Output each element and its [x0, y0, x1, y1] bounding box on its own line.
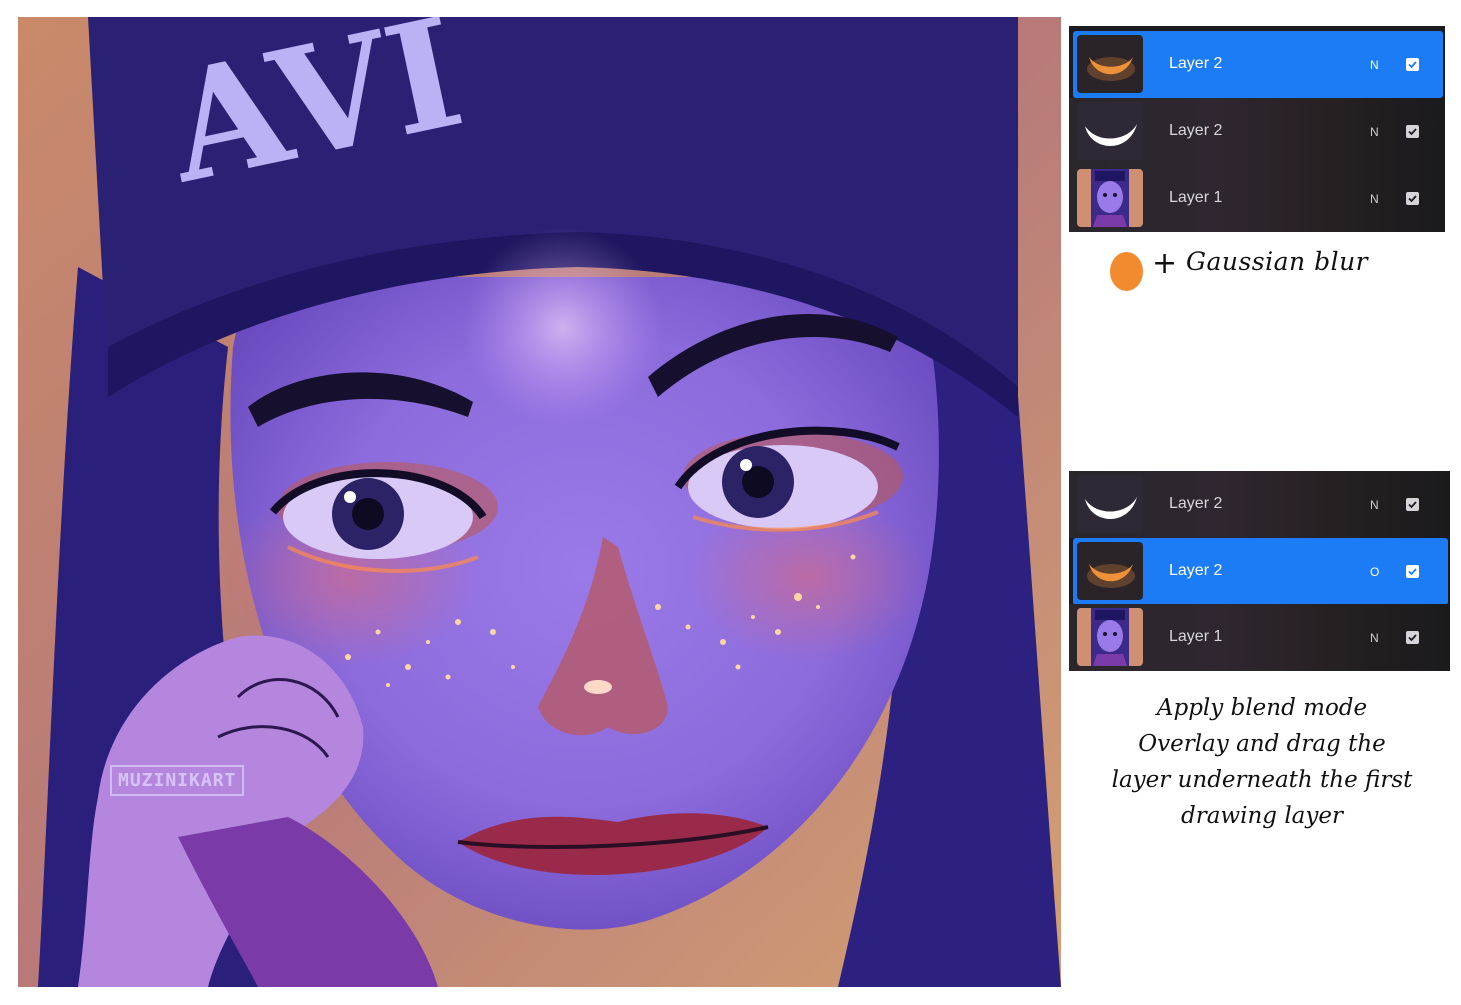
layer-visibility-checkbox[interactable] — [1406, 58, 1419, 71]
layer-name: Layer 1 — [1169, 189, 1223, 206]
plus-sign: + — [1152, 246, 1178, 281]
layer-visibility-checkbox[interactable] — [1406, 565, 1419, 578]
white-crescent-thumbnail — [1077, 475, 1143, 533]
layer-visibility-checkbox[interactable] — [1406, 192, 1419, 205]
portrait-illustration: AVI — [18, 17, 1061, 987]
gaussian-blur-note: Gaussian blur — [1186, 247, 1369, 276]
orange-crescent-thumbnail — [1077, 35, 1143, 93]
layer-row[interactable]: Layer 1 N — [1069, 165, 1445, 232]
layer-name: Layer 2 — [1169, 122, 1223, 139]
blend-mode-indicator[interactable]: N — [1370, 192, 1379, 206]
orange-crescent-thumbnail — [1077, 542, 1143, 600]
layers-panel-after: Layer 2 N Layer 2 O Layer 1 N — [1069, 471, 1450, 671]
layer-visibility-checkbox[interactable] — [1406, 498, 1419, 511]
layer-name: Layer 2 — [1169, 562, 1223, 579]
portrait-thumbnail — [1077, 608, 1143, 666]
layer-visibility-checkbox[interactable] — [1406, 125, 1419, 138]
layer-row[interactable]: Layer 2 N — [1069, 98, 1445, 165]
blend-mode-indicator[interactable]: O — [1370, 565, 1379, 579]
layer-name: Layer 1 — [1169, 628, 1223, 645]
layer-row[interactable]: Layer 2 O — [1073, 538, 1448, 605]
artwork-canvas: AVI MUZINIKART — [18, 17, 1061, 987]
blend-mode-indicator[interactable]: N — [1370, 631, 1379, 645]
layer-name: Layer 2 — [1169, 495, 1223, 512]
blend-mode-indicator[interactable]: N — [1370, 125, 1379, 139]
artist-watermark: MUZINIKART — [110, 765, 245, 796]
layer-row[interactable]: Layer 2 N — [1069, 471, 1450, 538]
blend-mode-indicator[interactable]: N — [1370, 498, 1379, 512]
orange-color-swatch — [1110, 252, 1143, 291]
portrait-thumbnail — [1077, 169, 1143, 227]
layer-name: Layer 2 — [1169, 55, 1223, 72]
layers-panel-before: Layer 2 N Layer 2 N Layer 1 N — [1069, 26, 1445, 232]
layer-row[interactable]: Layer 2 N — [1073, 31, 1443, 98]
layer-row[interactable]: Layer 1 N — [1069, 604, 1450, 671]
instruction-note: Apply blend mode Overlay and drag the la… — [1082, 690, 1442, 834]
instruction-line: Overlay and drag the — [1138, 731, 1386, 757]
instruction-line: drawing layer — [1181, 803, 1343, 829]
white-crescent-thumbnail — [1077, 102, 1143, 160]
instruction-line: layer underneath the first — [1111, 767, 1413, 793]
layer-visibility-checkbox[interactable] — [1406, 631, 1419, 644]
instruction-line: Apply blend mode — [1156, 695, 1368, 721]
blend-mode-indicator[interactable]: N — [1370, 58, 1379, 72]
